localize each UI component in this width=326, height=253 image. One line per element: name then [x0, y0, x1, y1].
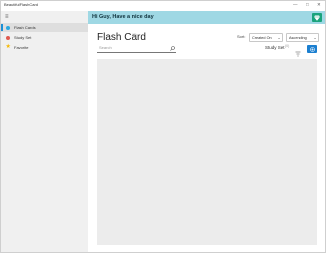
gem-icon: [314, 15, 320, 21]
sort-order-value: Ascending: [289, 35, 307, 40]
chevron-down-icon: ⌄: [277, 35, 281, 40]
card-count: (9): [132, 32, 137, 37]
filter-icon: [295, 51, 301, 57]
sidebar: ≡ Flash Cards Study Set ★ Favorite: [1, 11, 88, 252]
study-set-dot-icon: [6, 35, 10, 40]
greeting-banner: Hi Guy, Have a nice day: [88, 11, 325, 24]
title-bar: BeautifulFlashCard — □ ✕: [1, 1, 325, 11]
flash-cards-dot-icon: [6, 25, 10, 30]
chevron-down-icon: ⌄: [313, 35, 317, 40]
study-set-label: Study Set: [265, 45, 285, 50]
star-icon: ★: [5, 44, 11, 50]
minimize-button[interactable]: —: [293, 2, 298, 8]
add-icon: [309, 46, 315, 52]
sidebar-item-label: Flash Cards: [14, 24, 36, 30]
page-title: Flash Card: [97, 32, 146, 43]
sidebar-item-label: Favorite: [14, 44, 29, 50]
sort-field-dropdown[interactable]: Created On ⌄: [249, 33, 283, 42]
app-window: BeautifulFlashCard — □ ✕ ≡ Flash Cards S…: [0, 0, 326, 253]
sort-field-value: Created On: [252, 35, 272, 40]
search-box[interactable]: Search: [97, 45, 176, 53]
sidebar-item-study-set[interactable]: Study Set: [1, 33, 88, 42]
selection-indicator: [1, 24, 3, 31]
hamburger-menu-icon[interactable]: ≡: [5, 13, 9, 21]
close-button[interactable]: ✕: [317, 2, 321, 8]
maximize-button[interactable]: □: [306, 2, 309, 8]
study-set-count: (0): [285, 44, 290, 48]
sort-label: Sort:: [237, 34, 246, 39]
flash-card-list-area: [97, 59, 317, 245]
sidebar-item-flash-cards[interactable]: Flash Cards: [1, 23, 88, 32]
search-icon[interactable]: [170, 45, 175, 51]
add-card-button[interactable]: [307, 45, 317, 53]
greeting-text: Hi Guy, Have a nice day: [92, 14, 154, 20]
sidebar-item-favorite[interactable]: ★ Favorite: [1, 43, 88, 52]
sidebar-item-label: Study Set: [14, 34, 32, 40]
search-placeholder: Search: [99, 45, 112, 50]
filter-button[interactable]: [294, 45, 302, 57]
window-title: BeautifulFlashCard: [4, 2, 39, 7]
premium-button[interactable]: [312, 13, 322, 22]
sort-order-dropdown[interactable]: Ascending ⌄: [286, 33, 319, 42]
